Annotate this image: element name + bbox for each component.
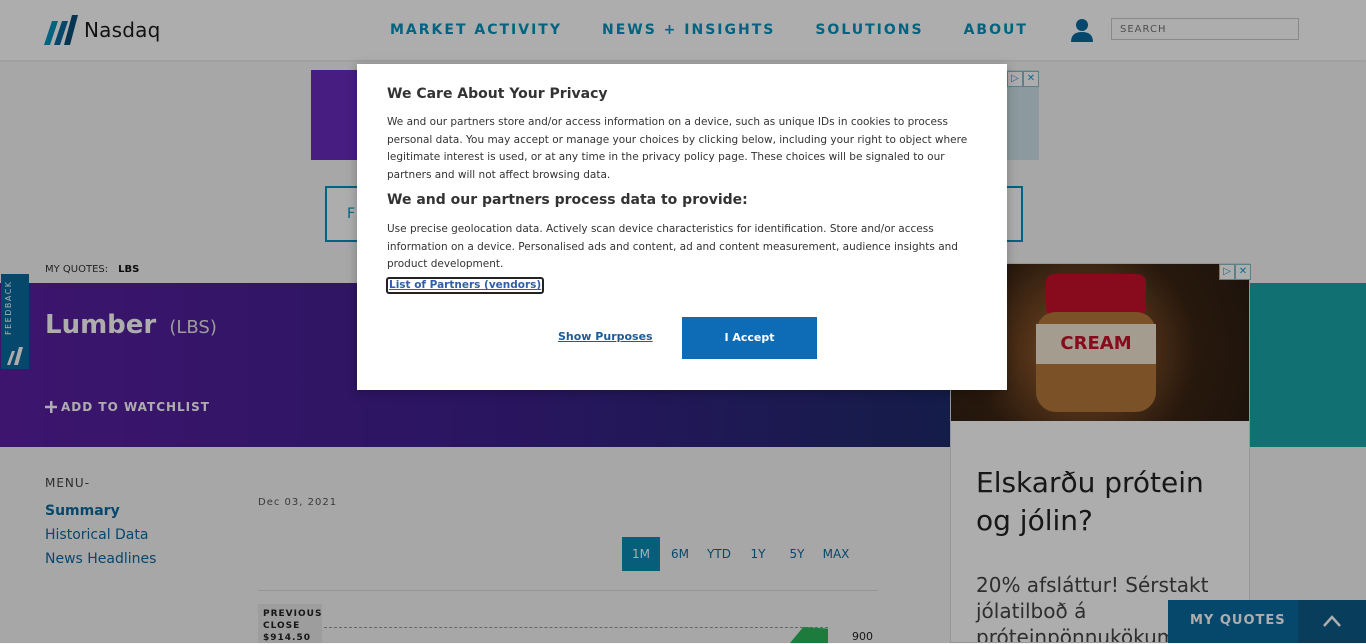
dialog-title: We Care About Your Privacy — [387, 86, 608, 102]
dialog-purposes-text: Use precise geolocation data. Actively s… — [387, 223, 958, 270]
dialog-subtitle: We and our partners process data to prov… — [387, 192, 748, 208]
privacy-consent-dialog: We Care About Your Privacy We and our pa… — [357, 64, 1007, 390]
show-purposes-link[interactable]: Show Purposes — [558, 330, 653, 343]
accept-button[interactable]: I Accept — [682, 317, 817, 359]
partners-list-link[interactable]: List of Partners (vendors) — [386, 277, 545, 294]
dialog-intro-text: We and our partners store and/or access … — [387, 116, 968, 181]
